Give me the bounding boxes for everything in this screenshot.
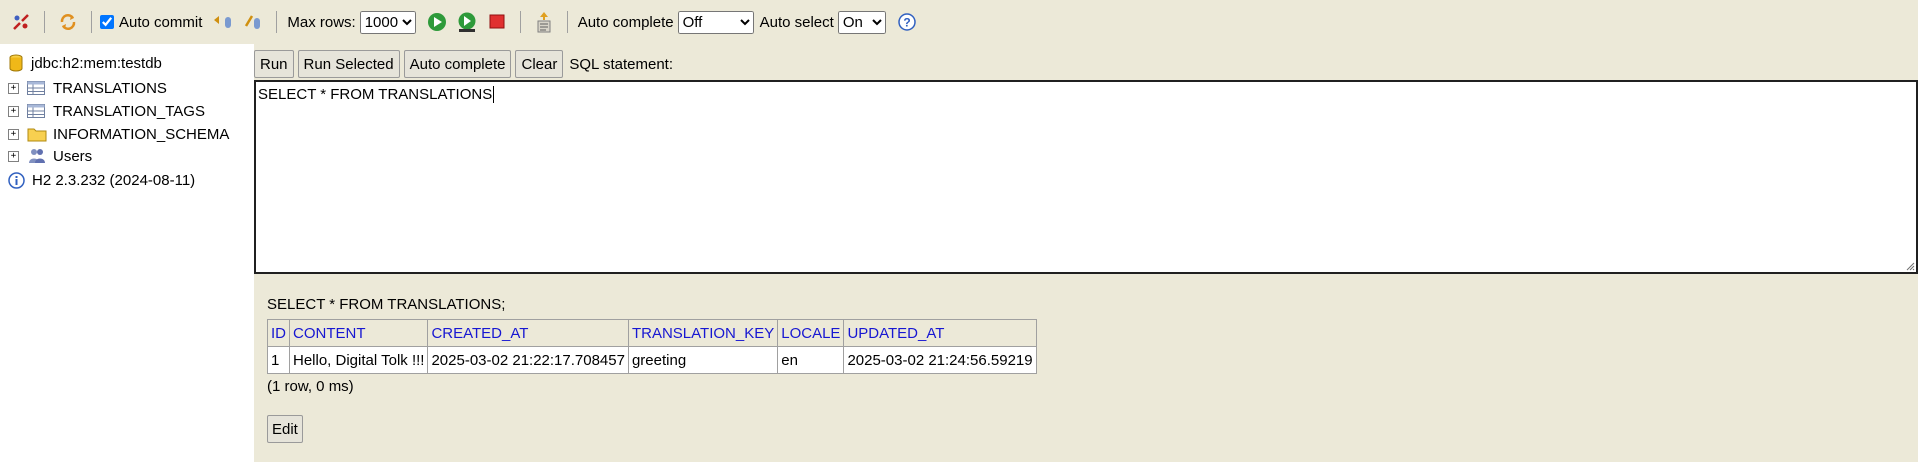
users-icon xyxy=(29,149,45,163)
connection-label: jdbc:h2:mem:testdb xyxy=(31,54,162,72)
tree-item-translation-tags[interactable]: + TRANSLATION_TAGS xyxy=(8,101,205,121)
table-header-row: ID CONTENT CREATED_AT TRANSLATION_KEY LO… xyxy=(267,319,1037,347)
result-summary: (1 row, 0 ms) xyxy=(267,378,354,395)
clear-button[interactable]: Clear xyxy=(515,50,564,78)
history-icon[interactable] xyxy=(533,11,555,33)
column-header-id[interactable]: ID xyxy=(267,319,290,347)
rollback-icon[interactable] xyxy=(212,11,234,33)
column-header-content[interactable]: CONTENT xyxy=(288,319,429,347)
disconnect-icon[interactable] xyxy=(10,11,32,33)
table-cell: en xyxy=(777,346,845,374)
info-icon xyxy=(8,171,25,189)
tree-item-information-schema[interactable]: + INFORMATION_SCHEMA xyxy=(8,124,229,144)
tree-connection[interactable]: jdbc:h2:mem:testdb xyxy=(8,53,162,73)
auto-commit-toggle[interactable]: Auto commit xyxy=(100,14,202,31)
folder-icon xyxy=(27,128,47,142)
result-area: SELECT * FROM TRANSLATIONS; ID CONTENT C… xyxy=(267,294,1037,443)
editor-button-row: Run Run Selected Auto complete Clear SQL… xyxy=(254,50,673,78)
expand-icon[interactable]: + xyxy=(8,150,19,162)
table-icon xyxy=(27,104,45,118)
run-selected-icon[interactable] xyxy=(456,11,478,33)
expand-icon[interactable]: + xyxy=(8,82,19,94)
table-icon xyxy=(27,81,45,95)
auto-commit-label: Auto commit xyxy=(119,13,203,31)
column-header-translation-key[interactable]: TRANSLATION_KEY xyxy=(627,319,779,347)
toolbar-divider xyxy=(566,11,568,33)
toolbar-divider xyxy=(519,11,521,33)
stop-icon[interactable] xyxy=(486,11,508,33)
table-cell: Hello, Digital Tolk !!! xyxy=(288,346,429,374)
table-cell: 2025-03-02 21:22:17.708457 xyxy=(427,346,629,374)
table-row: 1 Hello, Digital Tolk !!! 2025-03-02 21:… xyxy=(267,346,1037,374)
text-cursor xyxy=(493,86,495,103)
result-query: SELECT * FROM TRANSLATIONS; xyxy=(267,296,506,313)
table-cell: 1 xyxy=(267,346,290,374)
svg-text:?: ? xyxy=(903,16,910,30)
edit-button[interactable]: Edit xyxy=(267,415,303,443)
toolbar-divider xyxy=(91,11,92,33)
database-icon xyxy=(9,54,23,72)
resize-grip-icon[interactable] xyxy=(1905,261,1915,271)
tree-item-label: INFORMATION_SCHEMA xyxy=(53,125,230,143)
auto-select-select[interactable]: On xyxy=(837,10,886,34)
query-panel: Run Run Selected Auto complete Clear SQL… xyxy=(254,44,1918,462)
expand-icon[interactable]: + xyxy=(8,105,19,117)
tree-item-users[interactable]: + Users xyxy=(8,146,92,166)
tree-version: H2 2.3.232 (2024-08-11) xyxy=(8,170,195,190)
sql-statement-label: SQL statement: xyxy=(569,55,674,73)
toolbar-divider xyxy=(44,11,45,33)
refresh-icon[interactable] xyxy=(57,11,79,33)
tree-item-label: Users xyxy=(53,147,93,165)
schema-tree: jdbc:h2:mem:testdb + TRANSLATIONS + TRAN… xyxy=(0,44,254,462)
auto-complete-select[interactable]: Off xyxy=(677,10,754,34)
max-rows-label: Max rows: xyxy=(287,13,356,31)
column-header-created-at[interactable]: CREATED_AT xyxy=(427,319,629,347)
auto-select-label: Auto select xyxy=(759,13,834,31)
toolbar-divider xyxy=(276,11,278,33)
result-table: ID CONTENT CREATED_AT TRANSLATION_KEY LO… xyxy=(267,319,1037,374)
auto-complete-button[interactable]: Auto complete xyxy=(403,50,512,78)
toolbar: Auto commit Max rows: 1000 Auto complete… xyxy=(0,0,1918,44)
tree-item-translations[interactable]: + TRANSLATIONS xyxy=(8,78,167,98)
table-cell: 2025-03-02 21:24:56.59219 xyxy=(843,346,1037,374)
tree-item-label: TRANSLATIONS xyxy=(53,79,167,97)
expand-icon[interactable]: + xyxy=(8,128,19,140)
auto-complete-label: Auto complete xyxy=(577,13,674,31)
tree-item-label: TRANSLATION_TAGS xyxy=(53,102,205,120)
run-icon[interactable] xyxy=(426,11,448,33)
column-header-updated-at[interactable]: UPDATED_AT xyxy=(843,319,1037,347)
sql-text: SELECT * FROM TRANSLATIONS xyxy=(258,86,493,103)
column-header-locale[interactable]: LOCALE xyxy=(777,319,845,347)
commit-icon[interactable] xyxy=(242,11,264,33)
auto-commit-checkbox[interactable] xyxy=(100,15,114,29)
help-icon[interactable]: ? xyxy=(896,11,918,33)
run-button[interactable]: Run xyxy=(254,50,294,78)
version-label: H2 2.3.232 (2024-08-11) xyxy=(32,171,196,189)
sql-editor[interactable]: SELECT * FROM TRANSLATIONS xyxy=(254,80,1918,274)
max-rows-select[interactable]: 1000 xyxy=(359,10,416,34)
table-cell: greeting xyxy=(627,346,779,374)
run-selected-button[interactable]: Run Selected xyxy=(297,50,400,78)
